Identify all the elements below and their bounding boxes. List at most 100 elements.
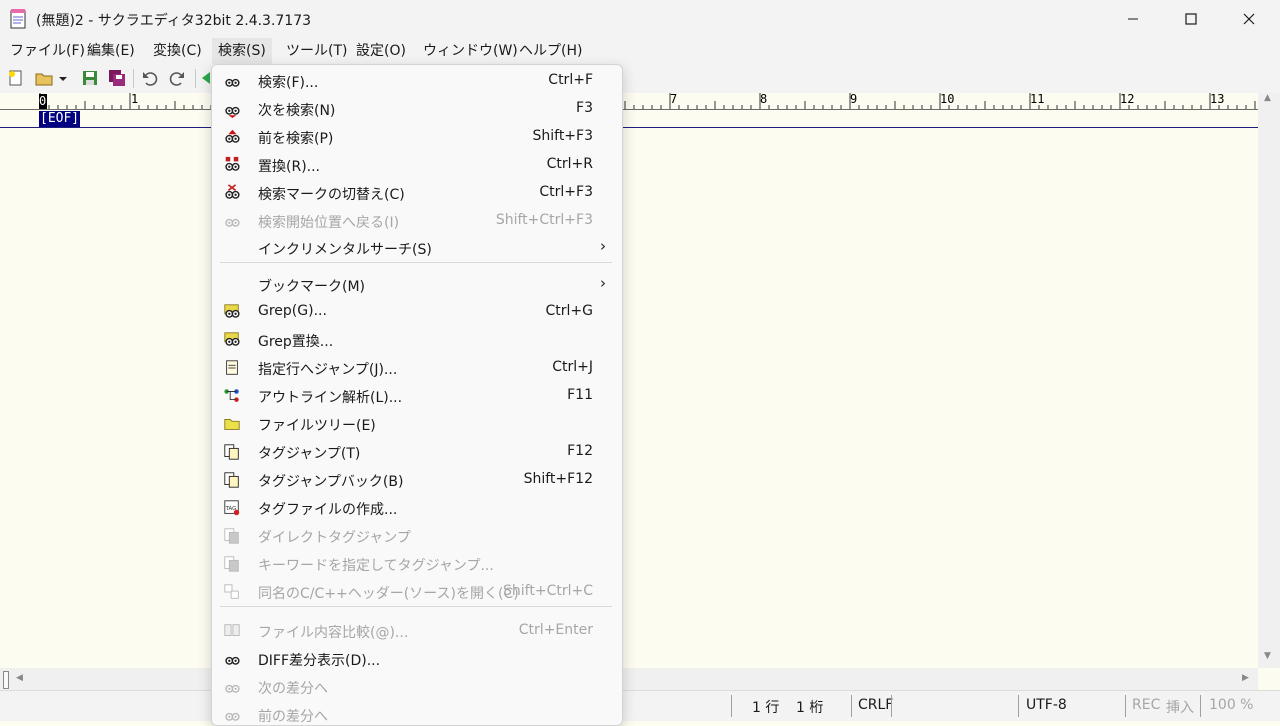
ruler-ticks [39,93,1256,109]
menu-file[interactable]: ファイル(F) [4,38,91,64]
search-start-icon [225,218,240,227]
status-column: 1 桁 [796,700,824,716]
new-file-icon[interactable] [7,69,25,87]
menu-item[interactable]: DIFF差分表示(D)... [212,645,622,673]
cursor-line [0,127,1258,128]
undo-icon[interactable] [141,69,159,87]
status-bar: 1 行 1 桁 CRLF UTF-8 REC 挿入 100 % [0,690,1280,721]
status-encoding[interactable]: UTF-8 [1026,697,1067,713]
close-icon [1243,13,1255,25]
menu-window[interactable]: ウィンドウ(W) [417,38,524,64]
menu-item: ファイル内容比較(@)... Ctrl+Enter [212,617,622,645]
menu-item-shortcut: Shift+F3 [532,128,593,144]
menu-item: 同名のC/C++ヘッダー(ソース)を開く(C) Shift+Ctrl+C [212,578,622,606]
menu-convert[interactable]: 変換(C) [147,38,208,64]
close-button[interactable] [1220,0,1278,38]
status-eol[interactable]: CRLF [858,697,893,713]
menu-item-label: アウトライン解析(L)... [258,390,403,406]
menu-item-shortcut: Ctrl+J [552,359,593,375]
menu-item[interactable]: 検索(F)... Ctrl+F [212,67,622,95]
menu-item[interactable]: TAG タグファイルの作成... [212,494,622,522]
status-divider [1018,695,1019,717]
text-editor[interactable]: [EOF] [0,110,1258,668]
menu-item-shortcut: Ctrl+Enter [518,622,593,638]
ruler-label: 8 [760,92,768,106]
scroll-right-icon[interactable]: ▶ [1242,673,1249,683]
menu-item[interactable]: 検索マークの切替え(C) Ctrl+F3 [212,179,622,207]
scroll-up-icon[interactable]: ▲ [1264,93,1271,103]
scroll-left-icon[interactable]: ◀ [16,673,23,683]
ruler-label: 11 [1030,92,1045,106]
menu-item: キーワードを指定してタグジャンプ... [212,550,622,578]
menu-settings[interactable]: 設定(O) [350,38,412,64]
menu-item-label: 次を検索(N) [258,103,336,119]
menu-item[interactable]: ファイルツリー(E) [212,410,622,438]
menu-item[interactable]: 次を検索(N) F3 [212,95,622,123]
menu-item-shortcut: Shift+F12 [523,471,593,487]
menu-item[interactable]: タグジャンプ(T) F12 [212,438,622,466]
ruler-label: 1 [131,92,139,106]
ruler-cursor: 0 [39,94,47,109]
menu-item[interactable]: アウトライン解析(L)... F11 [212,382,622,410]
ruler-label: 9 [850,92,858,106]
ruler-label: 13 [1210,92,1225,106]
status-divider [1125,695,1126,717]
menu-item[interactable]: タグジャンプバック(B) Shift+F12 [212,466,622,494]
status-rec: REC [1132,697,1161,713]
vertical-scrollbar[interactable]: ▲ ▼ [1258,93,1280,668]
prev-diff-icon [225,712,240,721]
menu-item-label: ダイレクトタグジャンプ [258,530,411,546]
next-diff-icon [225,684,240,693]
save-icon[interactable] [81,69,99,87]
file-tree-icon [224,419,240,430]
ruler-label: 12 [1120,92,1135,106]
toggle-search-mark-icon [225,184,240,199]
menu-item-label: タグファイルの作成... [258,502,398,518]
status-divider [851,695,852,717]
menu-separator [220,606,612,607]
grep-replace-icon [224,332,240,346]
scroll-down-icon[interactable]: ▼ [1264,651,1271,661]
dropdown-arrow-icon[interactable] [58,69,68,87]
menu-item[interactable]: 置換(R)... Ctrl+R [212,151,622,179]
menu-separator [220,262,612,263]
scroll-thumb[interactable] [3,671,9,689]
menu-item-label: ファイルツリー(E) [258,418,376,434]
menu-item[interactable]: Grep置換... [212,326,622,354]
open-file-icon[interactable] [35,69,53,87]
menu-item-label: タグジャンプバック(B) [258,474,404,490]
jump-line-icon [226,360,238,375]
menu-item[interactable]: 前を検索(P) Shift+F3 [212,123,622,151]
menu-item-shortcut: F11 [567,387,593,403]
menu-item-label: ブックマーク(M) [258,279,366,295]
menu-edit[interactable]: 編集(E) [81,38,141,64]
tag-file-icon: TAG [224,500,240,516]
menu-item: ダイレクトタグジャンプ [212,522,622,550]
menu-item[interactable]: ブックマーク(M) › [212,271,622,299]
find-prev-icon [225,129,240,143]
horizontal-scrollbar[interactable]: ◀ ▶ [0,668,1258,690]
maximize-button[interactable] [1162,0,1220,38]
menu-tools[interactable]: ツール(T) [280,38,353,64]
submenu-arrow-icon: › [600,274,606,292]
menu-item-shortcut: F3 [576,100,593,116]
title-bar: (無題)2 - サクラエディタ32bit 2.4.3.7173 [0,0,1280,38]
menu-help[interactable]: ヘルプ(H) [513,38,588,64]
ruler-label: 10 [940,92,955,106]
menu-item-label: 指定行へジャンプ(J)... [258,362,398,378]
menu-item[interactable]: Grep(G)... Ctrl+G [212,298,622,326]
redo-icon[interactable] [168,69,186,87]
window-title: (無題)2 - サクラエディタ32bit 2.4.3.7173 [36,13,312,29]
menu-item-label: 次の差分へ [258,681,328,697]
menu-item[interactable]: インクリメンタルサーチ(S) › [212,234,622,262]
save-all-icon[interactable] [108,69,126,87]
menu-item: 次の差分へ [212,673,622,701]
menu-item[interactable]: 指定行へジャンプ(J)... Ctrl+J [212,354,622,382]
eof-marker: [EOF] [39,111,81,127]
menu-search[interactable]: 検索(S) [212,38,272,64]
maximize-icon [1185,13,1197,25]
menu-item-label: インクリメンタルサーチ(S) [258,242,432,258]
toolbar [0,64,1280,93]
minimize-button[interactable] [1104,0,1162,38]
status-divider [731,695,732,717]
